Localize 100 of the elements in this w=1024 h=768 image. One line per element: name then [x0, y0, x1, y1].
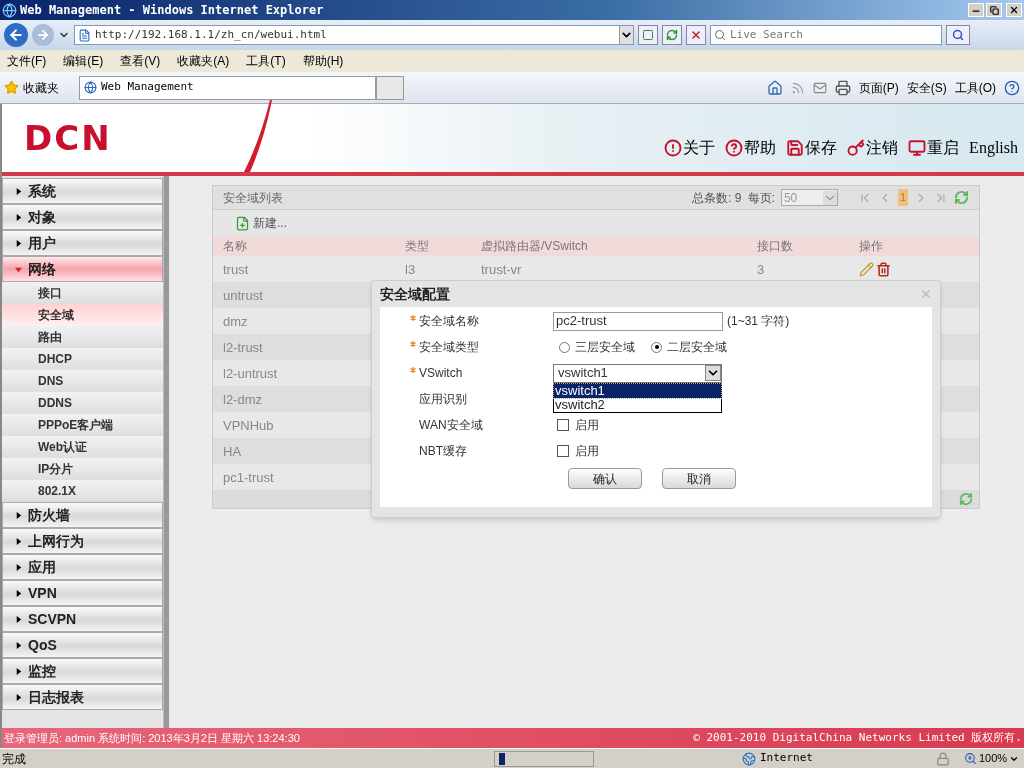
stop-button[interactable] — [686, 25, 706, 45]
table-cell: trust-vr — [481, 262, 522, 277]
sidebar-label: 监控 — [28, 661, 56, 681]
total-count: 总条数: 9 — [692, 189, 742, 207]
caret-icon — [15, 693, 22, 701]
sidebar-label: 系统 — [28, 181, 56, 201]
zoom-icon — [964, 752, 977, 765]
checkbox[interactable] — [557, 419, 569, 431]
zone-name-field[interactable]: pc2-trust — [553, 311, 723, 331]
header-link[interactable]: 关于 — [664, 136, 716, 160]
sidebar-item[interactable]: SCVPN — [2, 606, 163, 632]
dropdown-option[interactable]: vswitch2 — [554, 397, 721, 412]
mail-icon[interactable] — [812, 80, 827, 95]
sidebar-label: 网络 — [28, 259, 56, 279]
checkbox-label: 启用 — [575, 443, 599, 460]
menu-item[interactable]: 编辑(E) — [63, 52, 104, 70]
restore-button[interactable] — [986, 3, 1002, 17]
close-icon — [1009, 5, 1019, 15]
header-link[interactable]: 注销 — [847, 136, 899, 160]
header-link[interactable]: 重启 — [908, 136, 960, 160]
sidebar-item[interactable]: 防火墙 — [2, 502, 163, 528]
header-link[interactable]: 帮助 — [725, 136, 777, 160]
sidebar-subitem[interactable]: DDNS — [2, 392, 163, 414]
table-cell: trust — [223, 262, 249, 277]
header-link[interactable]: 保存 — [786, 136, 838, 160]
sidebar-subitem[interactable]: 安全域 — [2, 304, 163, 326]
sidebar-label: 防火墙 — [28, 505, 70, 525]
sidebar-item[interactable]: 上网行为 — [2, 528, 163, 554]
sidebar-subitem[interactable]: 路由 — [2, 326, 163, 348]
command-menu[interactable]: 工具(O) — [954, 78, 996, 97]
stop-icon — [690, 29, 702, 41]
close-button[interactable] — [1006, 3, 1022, 17]
sidebar-item[interactable]: 对象 — [2, 204, 163, 230]
sidebar-subitem[interactable]: 802.1X — [2, 480, 163, 502]
home-icon[interactable] — [766, 79, 783, 96]
delete-icon[interactable] — [876, 261, 891, 277]
radio-label: 三层安全域 — [575, 339, 635, 356]
menu-item[interactable]: 工具(T) — [246, 52, 286, 70]
sidebar-item[interactable]: 网络 — [2, 256, 163, 282]
feed-icon[interactable] — [790, 80, 805, 95]
sidebar-subitem[interactable]: PPPoE客户端 — [2, 414, 163, 436]
sidebar-item[interactable]: 日志报表 — [2, 684, 163, 710]
caret-icon — [15, 239, 22, 247]
command-menu[interactable]: 页面(P) — [858, 78, 899, 97]
back-button[interactable] — [4, 23, 28, 47]
checkbox[interactable] — [557, 445, 569, 457]
vswitch-select[interactable]: vswitch1 — [553, 363, 722, 383]
monitor-icon — [908, 139, 927, 157]
globe-icon — [742, 751, 756, 766]
protected-mode-icon[interactable] — [936, 751, 950, 766]
browser-tab[interactable]: Web Management — [79, 75, 376, 100]
column-header: 操作 — [859, 238, 884, 255]
sidebar-item[interactable]: VPN — [2, 580, 163, 606]
sidebar-subitem[interactable]: 接口 — [2, 282, 163, 304]
sidebar-subitem[interactable]: IP分片 — [2, 458, 163, 480]
table-cell: 3 — [757, 262, 765, 277]
dialog-button[interactable]: 取消 — [662, 468, 736, 489]
refresh-button[interactable] — [662, 25, 682, 45]
help-icon[interactable] — [1004, 79, 1020, 96]
header-link[interactable]: English — [969, 136, 1018, 160]
compatibility-button[interactable] — [638, 25, 658, 45]
sidebar-subitem[interactable]: Web认证 — [2, 436, 163, 458]
caret-icon — [15, 187, 22, 195]
caret-icon — [15, 265, 22, 273]
search-field[interactable]: Live Search — [710, 25, 942, 45]
radio-button[interactable] — [559, 341, 570, 353]
dropdown-caret-icon[interactable] — [619, 26, 633, 44]
new-button[interactable]: 新建... — [235, 214, 287, 232]
sidebar-subitem[interactable]: DHCP — [2, 348, 163, 370]
column-header: 类型 — [405, 238, 430, 255]
column-header: 名称 — [223, 238, 248, 255]
minimize-button[interactable] — [968, 3, 984, 17]
menu-item[interactable]: 文件(F) — [7, 52, 47, 70]
new-tab-button[interactable] — [376, 75, 404, 100]
address-field[interactable]: http://192.168.1.1/zh_cn/webui.html — [74, 25, 634, 45]
sidebar-label: 上网行为 — [28, 531, 84, 551]
alert-icon — [664, 139, 683, 157]
print-icon[interactable] — [834, 79, 851, 96]
radio-button[interactable] — [651, 341, 662, 353]
sidebar-item[interactable]: QoS — [2, 632, 163, 658]
dialog-button[interactable]: 确认 — [568, 468, 642, 489]
sidebar-item[interactable]: 用户 — [2, 230, 163, 256]
menu-item[interactable]: 帮助(H) — [302, 52, 344, 70]
sidebar-item[interactable]: 监控 — [2, 658, 163, 684]
menu-item[interactable]: 收藏夹(A) — [177, 52, 230, 70]
window-title: Web Management - Windows Internet Explorer — [20, 2, 324, 19]
field-label: VSwitch — [419, 365, 463, 382]
command-menu[interactable]: 安全(S) — [906, 78, 947, 97]
panel-title: 安全域列表 — [223, 189, 283, 207]
dropdown-option[interactable]: vswitch1 — [554, 383, 721, 398]
table-cell: untrust — [223, 288, 263, 303]
search-button[interactable] — [946, 25, 970, 45]
sidebar-item[interactable]: 系统 — [2, 178, 163, 204]
favorites-star-icon[interactable] — [4, 80, 19, 95]
menu-item[interactable]: 查看(V) — [120, 52, 161, 70]
table-cell: l2-trust — [223, 340, 263, 355]
favorites-button[interactable]: 收藏夹 — [23, 78, 75, 97]
sidebar-subitem[interactable]: DNS — [2, 370, 163, 392]
sidebar-item[interactable]: 应用 — [2, 554, 163, 580]
zoom-level[interactable]: 100% — [964, 750, 1020, 767]
